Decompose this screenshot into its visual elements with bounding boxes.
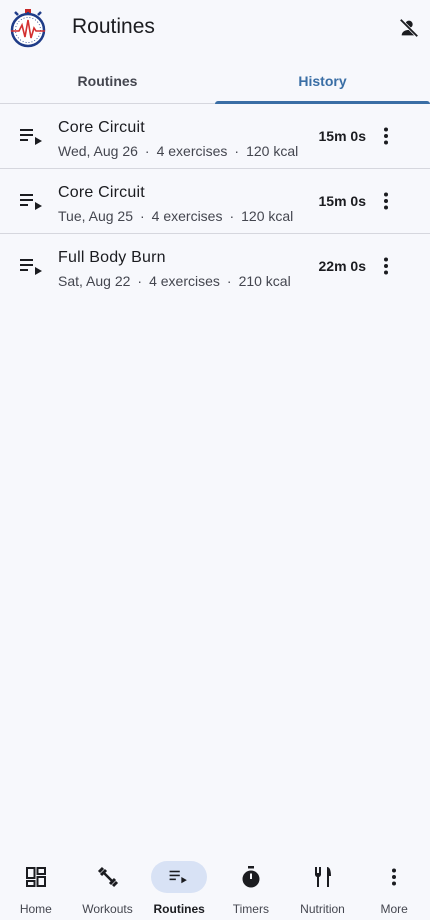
nav-timers-label: Timers xyxy=(232,902,269,916)
nav-nutrition[interactable]: Nutrition xyxy=(287,850,359,920)
nav-more-indicator xyxy=(366,861,422,893)
nav-home-indicator xyxy=(8,861,64,893)
timer-icon xyxy=(242,866,260,888)
routine-name: Core Circuit xyxy=(58,184,145,201)
nav-workouts-label: Workouts xyxy=(82,902,133,916)
history-list: Core Circuit Wed, Aug 26 · 4 exercises · 120… xyxy=(0,104,430,299)
routine-kcal: 120 kcal xyxy=(241,208,294,224)
nav-more[interactable]: More xyxy=(358,850,430,920)
more-vert-icon xyxy=(392,868,397,886)
meta-separator: · xyxy=(144,143,150,159)
nav-home-label: Home xyxy=(19,902,52,916)
more-vert-icon xyxy=(384,127,388,145)
routine-date: Sat, Aug 22 xyxy=(58,273,131,289)
nav-more-label: More xyxy=(380,902,408,916)
stopwatch-logo-icon xyxy=(10,9,46,48)
tab-routines[interactable]: Routines xyxy=(0,58,215,103)
routine-exercises: 4 exercises xyxy=(156,143,228,159)
app-bar: Routines xyxy=(0,0,430,56)
meta-separator: · xyxy=(229,208,235,224)
meta-separator: · xyxy=(226,273,232,289)
nav-nutrition-indicator xyxy=(295,861,351,893)
nav-workouts[interactable]: Workouts xyxy=(72,850,144,920)
nav-timers[interactable]: Timers xyxy=(215,850,287,920)
person-off-icon xyxy=(399,18,419,38)
playlist-play-icon xyxy=(20,194,42,210)
app-title: Routines xyxy=(72,15,155,38)
routine-duration: 15m 0s xyxy=(318,193,366,209)
nav-home[interactable]: Home xyxy=(0,850,72,920)
history-row[interactable]: Core Circuit Tue, Aug 25 · 4 exercises · 120… xyxy=(0,169,430,234)
nav-nutrition-label: Nutrition xyxy=(300,902,345,916)
routine-exercises: 4 exercises xyxy=(149,273,220,289)
tab-history[interactable]: History xyxy=(215,58,430,104)
routine-date: Wed, Aug 26 xyxy=(58,143,138,159)
row-menu-button[interactable] xyxy=(376,254,396,278)
routine-kcal: 120 kcal xyxy=(246,143,299,159)
nav-workouts-indicator xyxy=(80,861,136,893)
routine-name: Full Body Burn xyxy=(58,249,166,266)
nav-timers-indicator xyxy=(223,861,279,893)
routine-name: Core Circuit xyxy=(58,119,145,136)
more-vert-icon xyxy=(384,192,388,210)
routine-kcal: 210 kcal xyxy=(238,273,291,289)
routine-meta: Sat, Aug 22 · 4 exercises · 210 kcal xyxy=(58,273,291,289)
profile-button[interactable] xyxy=(396,15,422,41)
restaurant-icon xyxy=(314,867,331,887)
tab-bar: Routines History xyxy=(0,58,430,104)
nav-routines[interactable]: Routines xyxy=(143,850,215,920)
meta-separator: · xyxy=(139,208,145,224)
routine-exercises: 4 exercises xyxy=(151,208,223,224)
row-menu-button[interactable] xyxy=(376,189,396,213)
routine-date: Tue, Aug 25 xyxy=(58,208,133,224)
playlist-play-icon xyxy=(20,129,42,145)
fitness-icon xyxy=(97,866,118,888)
nav-routines-label: Routines xyxy=(153,902,205,916)
nav-routines-indicator xyxy=(151,861,208,893)
dashboard-icon xyxy=(25,867,46,887)
history-row[interactable]: Core Circuit Wed, Aug 26 · 4 exercises · 120… xyxy=(0,104,430,169)
bottom-navigation: Home Workouts Routines Timers Nutrition … xyxy=(0,850,430,920)
routine-meta: Wed, Aug 26 · 4 exercises · 120 kcal xyxy=(58,143,298,159)
routine-meta: Tue, Aug 25 · 4 exercises · 120 kcal xyxy=(58,208,293,224)
meta-separator: · xyxy=(137,273,143,289)
history-row[interactable]: Full Body Burn Sat, Aug 22 · 4 exercises · 2… xyxy=(0,234,430,299)
routine-duration: 22m 0s xyxy=(318,258,366,274)
more-vert-icon xyxy=(384,257,388,275)
playlist-play-icon xyxy=(20,259,42,275)
row-menu-button[interactable] xyxy=(376,124,396,148)
meta-separator: · xyxy=(234,143,240,159)
routine-duration: 15m 0s xyxy=(318,128,366,144)
playlist-play-icon xyxy=(169,870,188,884)
